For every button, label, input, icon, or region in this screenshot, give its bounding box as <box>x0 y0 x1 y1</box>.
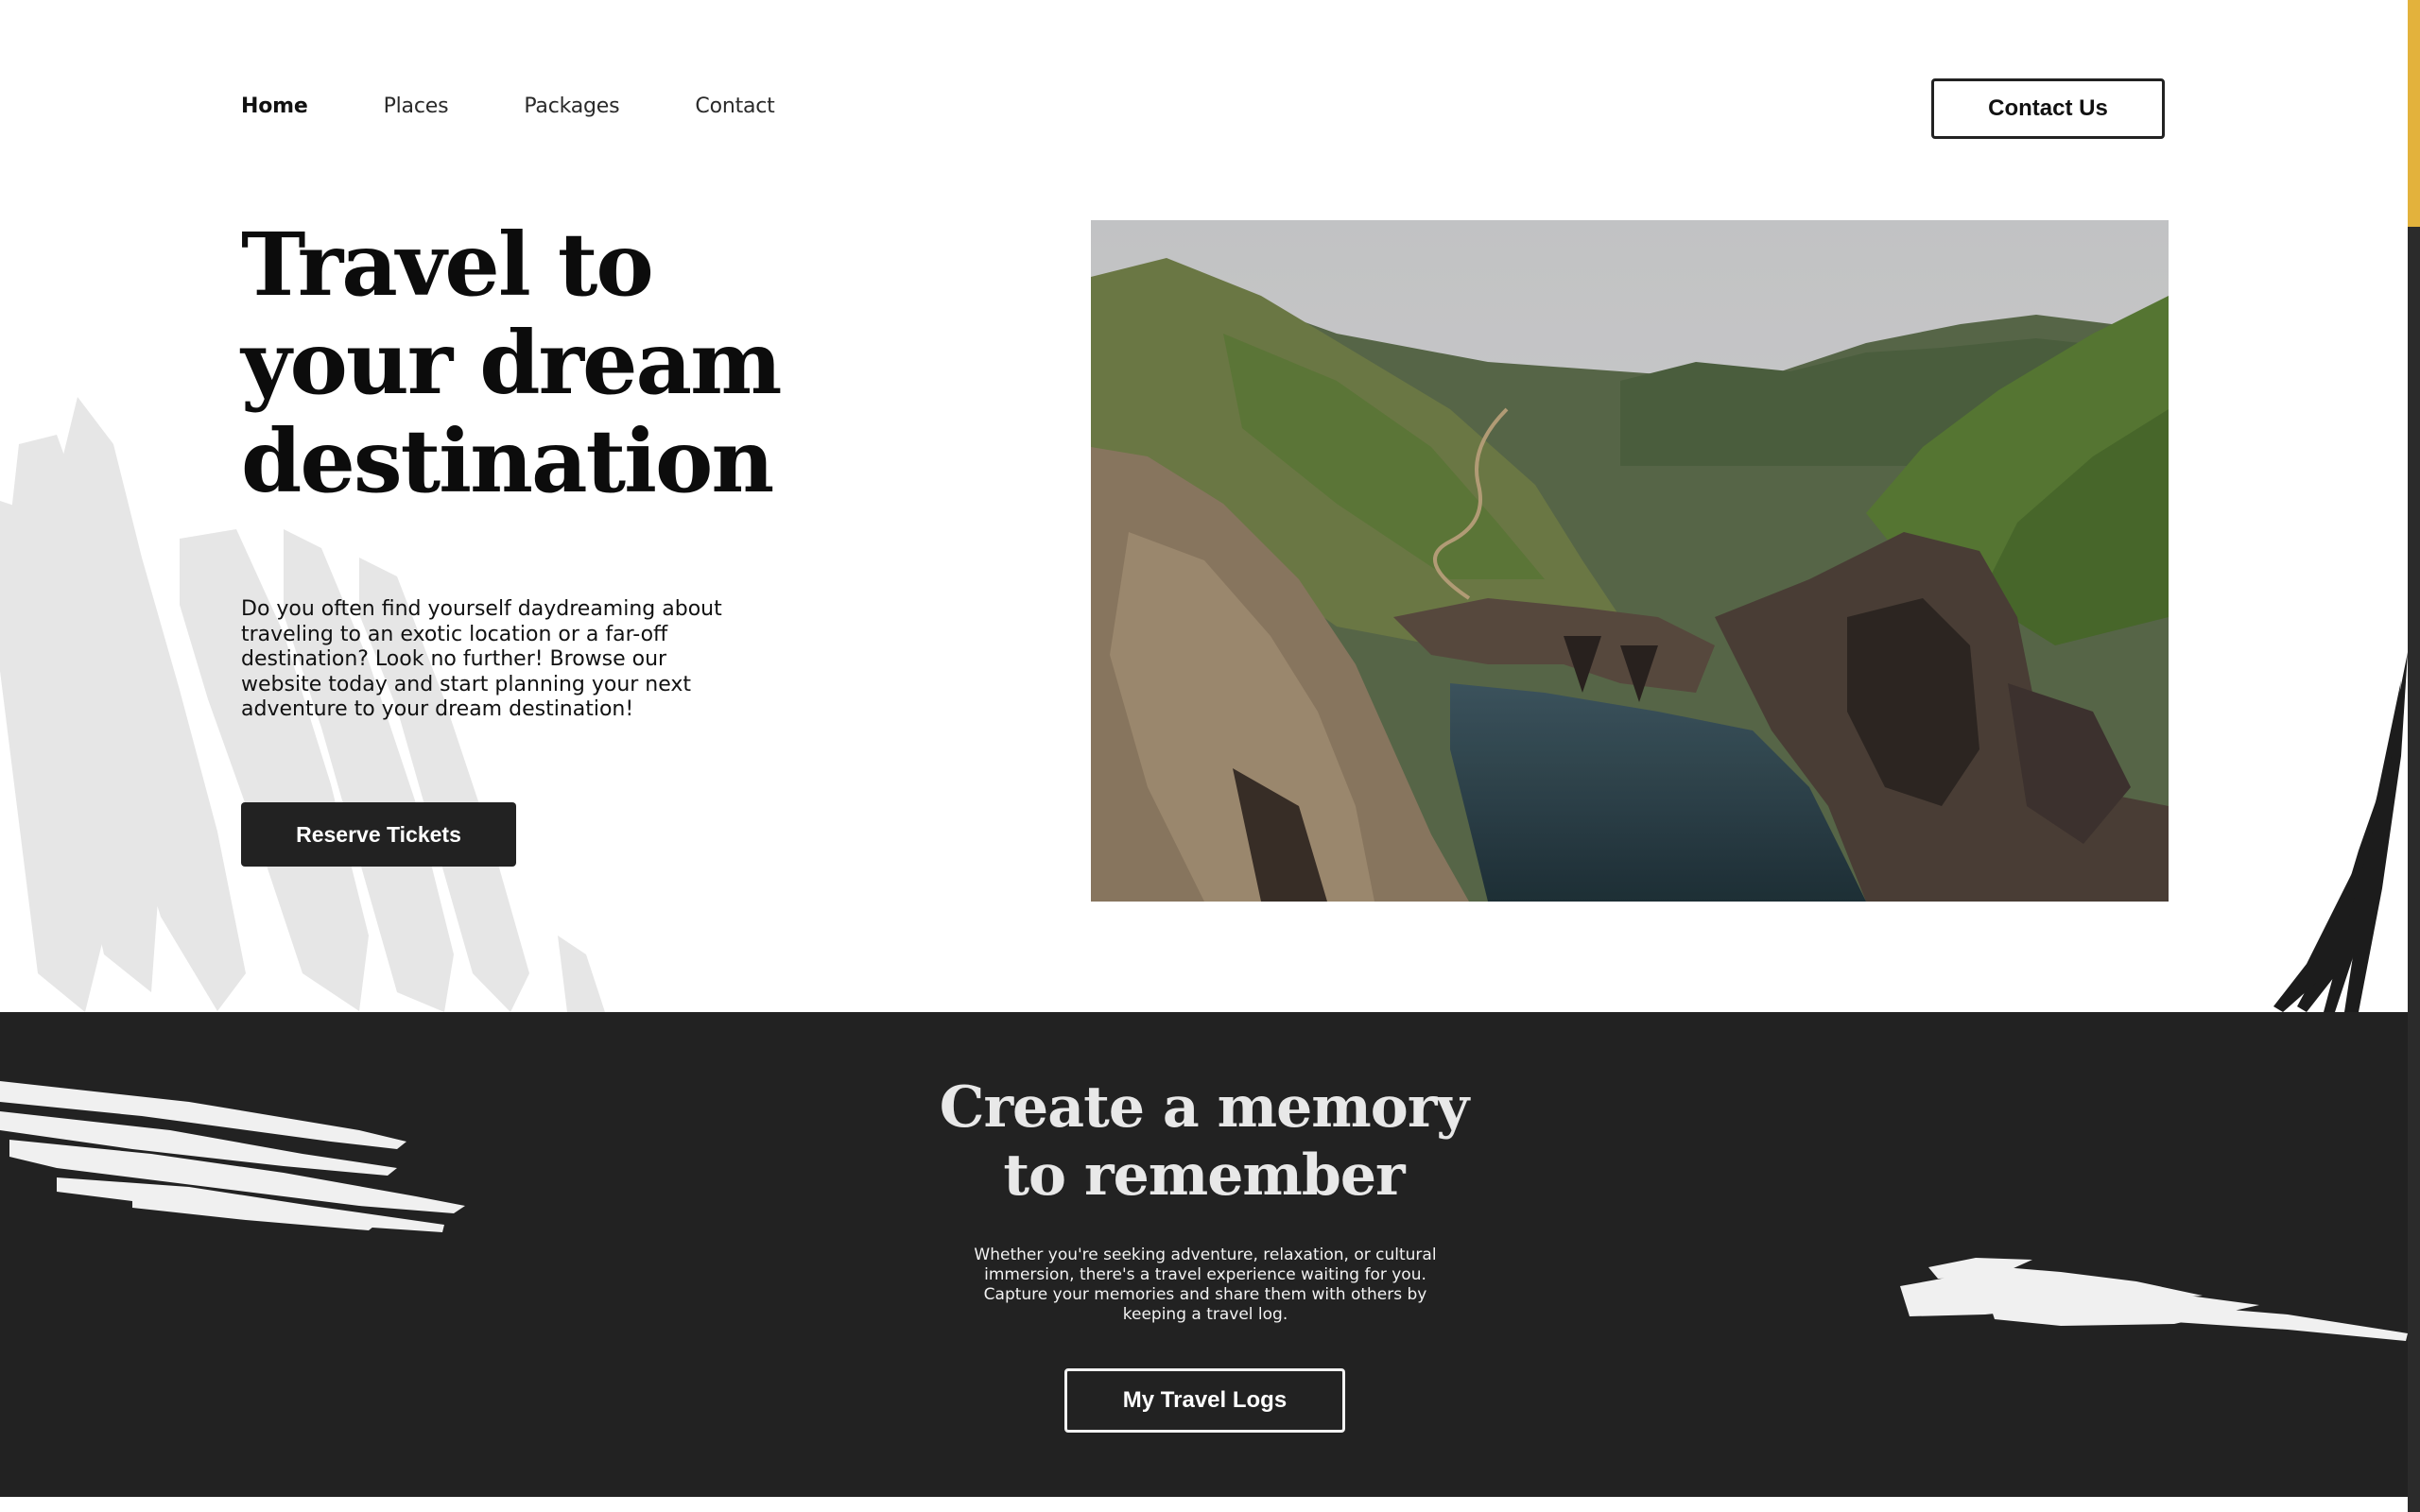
page-scrollbar[interactable] <box>2408 0 2420 1512</box>
nav-packages[interactable]: Packages <box>524 94 619 118</box>
memory-title: Create a memory to remember <box>0 1074 2408 1210</box>
memory-title-line: Create a memory <box>939 1074 1470 1141</box>
memory-section: Create a memory to remember Whether you'… <box>0 1012 2408 1497</box>
hero-image <box>1091 220 2169 902</box>
memory-description: Whether you're seeking adventure, relaxa… <box>974 1246 1437 1324</box>
page: Home Places Packages Contact Contact Us … <box>0 0 2408 1512</box>
nav-home[interactable]: Home <box>241 94 308 118</box>
brush-stroke-decoration <box>2273 652 2408 1012</box>
reserve-tickets-button[interactable]: Reserve Tickets <box>241 802 516 867</box>
nav-places[interactable]: Places <box>384 94 449 118</box>
travel-logs-button[interactable]: My Travel Logs <box>1064 1368 1345 1433</box>
hero-title-line: Travel to <box>241 214 654 316</box>
memory-title-line: to remember <box>1003 1143 1405 1209</box>
hero-title-line: destination <box>241 410 774 512</box>
hero-title-line: your dream <box>241 312 782 414</box>
nav-contact[interactable]: Contact <box>695 94 774 118</box>
hero-title: Travel to your dream destination <box>241 215 903 510</box>
contact-us-button[interactable]: Contact Us <box>1931 78 2165 139</box>
main-nav: Home Places Packages Contact <box>241 94 775 118</box>
coastal-cliffs-photo <box>1091 220 2169 902</box>
brush-stroke-decoration <box>1900 1258 2408 1341</box>
hero-description: Do you often find yourself daydreaming a… <box>241 597 722 721</box>
scrollbar-thumb[interactable] <box>2408 0 2420 227</box>
